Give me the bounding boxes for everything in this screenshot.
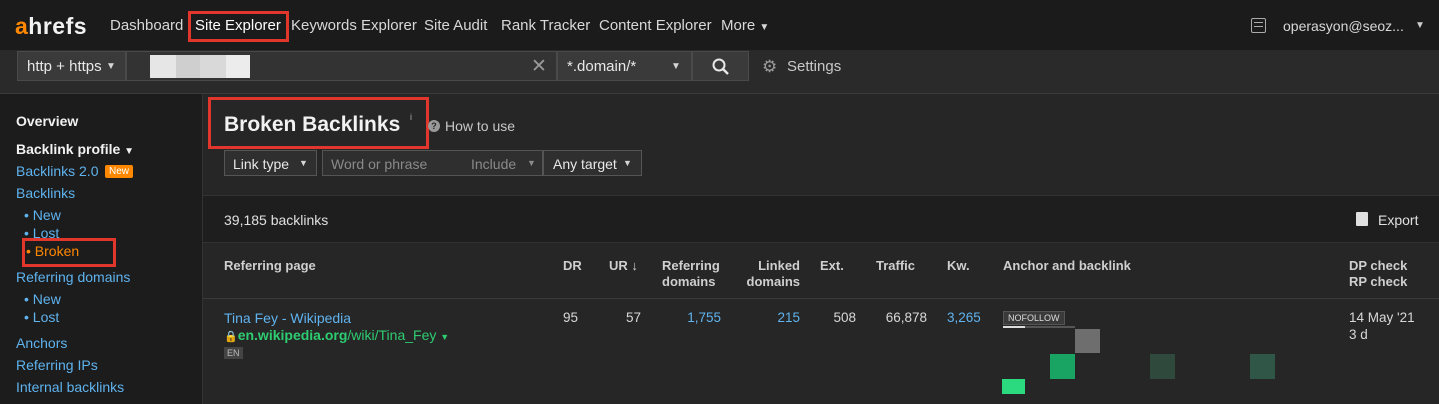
- cell-ext: 508: [833, 310, 856, 325]
- col-anchor-backlink[interactable]: Anchor and backlink: [1003, 258, 1131, 273]
- referring-page-url[interactable]: 🔒en.wikipedia.org/wiki/Tina_Fey ▼: [224, 327, 449, 343]
- search-button[interactable]: [692, 51, 749, 81]
- protocol-value: http + https: [27, 58, 102, 75]
- cell-rp-ago: 3 d: [1349, 327, 1368, 342]
- nav-site-explorer[interactable]: Site Explorer: [195, 17, 281, 34]
- col-referring-page[interactable]: Referring page: [224, 258, 316, 273]
- cell-kw[interactable]: 3,265: [947, 310, 981, 325]
- chevron-down-icon[interactable]: ▼: [1415, 20, 1425, 31]
- redacted-url-blur: [150, 55, 250, 78]
- nav-site-audit[interactable]: Site Audit: [424, 17, 487, 34]
- nofollow-badge: NOFOLLOW: [1003, 311, 1065, 325]
- phrase-placeholder: Word or phrase: [331, 156, 428, 172]
- protocol-select[interactable]: http + https ▼: [17, 51, 126, 81]
- cell-dr: 95: [563, 310, 579, 325]
- caret-down-icon: ▼: [671, 61, 681, 72]
- target-label: Any target: [553, 156, 617, 172]
- col-dr[interactable]: DR: [563, 258, 582, 273]
- col-dp-rp-check[interactable]: DP check RP check: [1349, 258, 1407, 290]
- redacted-block: [1002, 379, 1025, 394]
- sidebar-referring-ips[interactable]: Referring IPs: [16, 357, 98, 373]
- sidebar-referring-domains-lost[interactable]: • Lost: [24, 309, 59, 325]
- clear-icon[interactable]: ✕: [531, 55, 547, 78]
- ahrefs-logo[interactable]: ahrefs: [15, 13, 87, 40]
- col-linked-domains[interactable]: Linked domains: [741, 258, 800, 290]
- sort-down-icon: ↓: [631, 258, 638, 273]
- col-ur[interactable]: UR ↓: [609, 258, 638, 273]
- cell-linked-domains[interactable]: 215: [741, 310, 800, 325]
- backlinks-count: 39,185 backlinks: [224, 212, 329, 228]
- url-input[interactable]: ✕: [126, 51, 557, 81]
- phrase-filter-input[interactable]: Word or phrase Include ▼: [322, 150, 543, 176]
- link-type-filter[interactable]: Link type ▼: [224, 150, 317, 176]
- anchor-divider: [1003, 326, 1075, 328]
- referring-page-title[interactable]: Tina Fey - Wikipedia: [224, 310, 351, 326]
- redacted-block: [1250, 354, 1275, 379]
- notes-icon[interactable]: [1251, 18, 1266, 33]
- redacted-block: [1150, 354, 1175, 379]
- cell-referring-domains[interactable]: 1,755: [662, 310, 721, 325]
- user-account-menu[interactable]: operasyon@seoz...: [1283, 18, 1404, 34]
- nav-dashboard[interactable]: Dashboard: [110, 17, 183, 34]
- settings-link[interactable]: Settings: [787, 58, 841, 75]
- sidebar-referring-domains-new[interactable]: • New: [24, 291, 61, 307]
- caret-down-icon: ▼: [106, 61, 116, 72]
- caret-down-icon: ▼: [527, 158, 536, 168]
- cell-ur: 57: [625, 310, 641, 325]
- nav-keywords-explorer[interactable]: Keywords Explorer: [291, 17, 417, 34]
- col-traffic[interactable]: Traffic: [876, 258, 915, 273]
- export-icon: [1356, 212, 1368, 226]
- sidebar-anchors[interactable]: Anchors: [16, 335, 67, 351]
- sidebar-backlink-profile[interactable]: Backlink profile ▼: [16, 141, 134, 157]
- caret-down-icon: ▼: [623, 158, 632, 168]
- lock-icon: 🔒: [224, 331, 238, 343]
- page-title: Broken Backlinks: [224, 113, 401, 136]
- col-ext[interactable]: Ext.: [820, 258, 844, 273]
- cell-traffic: 66,878: [885, 310, 927, 325]
- target-filter[interactable]: Any target ▼: [543, 150, 642, 176]
- sidebar-overview[interactable]: Overview: [16, 113, 78, 129]
- info-icon[interactable]: i: [410, 112, 412, 122]
- how-to-use-link[interactable]: How to use: [445, 118, 515, 134]
- sidebar-referring-domains[interactable]: Referring domains: [16, 269, 130, 285]
- caret-down-icon: ▼: [299, 158, 308, 168]
- sidebar-backlinks[interactable]: Backlinks: [16, 185, 75, 201]
- help-icon: ?: [428, 120, 440, 132]
- redacted-block: [1050, 354, 1075, 379]
- redacted-block: [1075, 329, 1100, 353]
- search-icon: [712, 58, 729, 75]
- new-badge: New: [105, 165, 134, 178]
- top-navigation: ahrefs Dashboard Site Explorer Keywords …: [0, 0, 1439, 50]
- nav-content-explorer[interactable]: Content Explorer: [599, 17, 712, 34]
- cell-dp-date: 14 May '21: [1349, 310, 1415, 325]
- caret-down-icon: ▼: [440, 332, 450, 342]
- caret-down-icon: ▼: [759, 22, 770, 33]
- link-type-label: Link type: [233, 156, 290, 172]
- include-select[interactable]: Include: [471, 156, 516, 172]
- nav-rank-tracker[interactable]: Rank Tracker: [501, 17, 590, 34]
- sidebar-internal-backlinks[interactable]: Internal backlinks: [16, 379, 124, 395]
- sidebar-backlinks-2[interactable]: Backlinks 2.0: [16, 163, 98, 179]
- col-referring-domains[interactable]: Referring domains: [662, 258, 720, 290]
- sidebar-backlinks-new[interactable]: • New: [24, 207, 61, 223]
- caret-down-icon: ▼: [124, 146, 135, 157]
- gear-icon[interactable]: ⚙: [762, 57, 777, 77]
- export-button[interactable]: Export: [1378, 212, 1418, 228]
- sidebar-backlinks-broken[interactable]: • Broken: [26, 243, 79, 259]
- nav-more[interactable]: More ▼: [721, 17, 769, 34]
- mode-select[interactable]: *.domain/* ▼: [557, 51, 692, 81]
- results-bar: [203, 195, 1439, 243]
- mode-value: *.domain/*: [567, 58, 637, 75]
- lang-badge: EN: [224, 347, 243, 359]
- col-kw[interactable]: Kw.: [947, 258, 970, 273]
